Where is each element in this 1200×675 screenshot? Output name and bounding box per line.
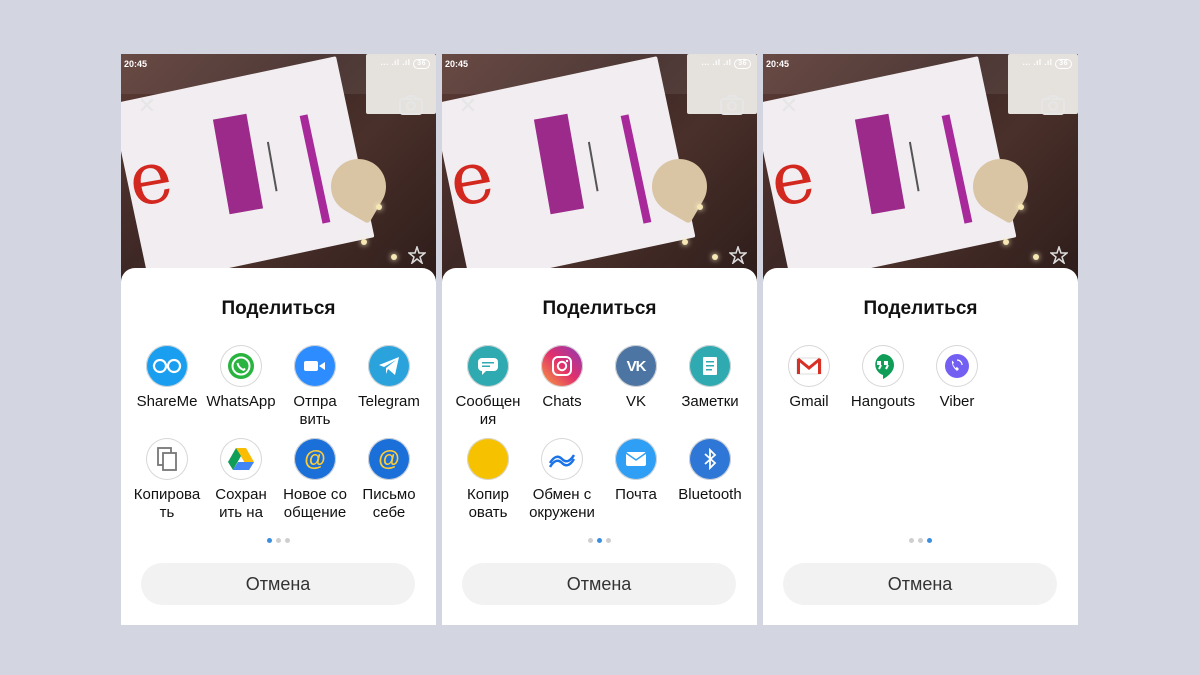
app-vk[interactable]: VK VK — [598, 345, 674, 411]
nearby-share-icon — [541, 438, 583, 480]
close-icon[interactable]: ✕ — [135, 94, 159, 118]
status-time: 20:45 — [124, 59, 148, 69]
share-screen-page-1: e 20:45 ... .ıl .ıl 36 ✕ Поделиться Shar… — [121, 54, 436, 625]
mail-at-icon: @ — [368, 438, 410, 480]
sheet-title: Поделиться — [863, 298, 978, 319]
gmail-icon — [788, 345, 830, 387]
messages-icon — [467, 345, 509, 387]
instagram-icon — [541, 345, 583, 387]
app-shareme[interactable]: ShareMe — [129, 345, 205, 411]
page-indicator — [763, 538, 1078, 546]
app-whatsapp[interactable]: WhatsApp — [203, 345, 279, 411]
camera-icon[interactable] — [719, 94, 745, 116]
signal-icon: ... .ıl .ıl — [380, 58, 411, 67]
app-hangouts[interactable]: Hangouts — [845, 345, 921, 411]
share-screen-page-2: e 20:45 ... .ıl .ıl 36 ✕ Поделиться Сооб… — [442, 54, 757, 625]
app-copy[interactable]: Копир овать — [450, 438, 526, 522]
shareme-icon — [146, 345, 188, 387]
share-sheet: Поделиться Gmail Hangouts Viber Отмена — [763, 268, 1078, 625]
viber-icon — [936, 345, 978, 387]
whatsapp-icon — [220, 345, 262, 387]
star-icon[interactable] — [727, 244, 749, 266]
app-email[interactable]: Почта — [598, 438, 674, 504]
camera-preview: e — [763, 54, 1078, 284]
camera-icon[interactable] — [398, 94, 424, 116]
page-dot — [909, 538, 914, 543]
status-time: 20:45 — [445, 59, 469, 69]
app-telegram[interactable]: Telegram — [351, 345, 427, 411]
cancel-button[interactable]: Отмена — [462, 563, 736, 605]
app-nearby-share[interactable]: Обмен с окружени — [524, 438, 600, 522]
app-new-message[interactable]: @ Новое со общение — [277, 438, 353, 522]
share-screen-page-3: e 20:45 ... .ıl .ıl 36 ✕ Поделиться Gmai… — [763, 54, 1078, 625]
sheet-title: Поделиться — [221, 298, 336, 319]
close-icon[interactable]: ✕ — [777, 94, 801, 118]
status-bar: 20:45 ... .ıl .ıl 36 — [763, 54, 1078, 74]
hangouts-icon — [862, 345, 904, 387]
share-sheet: Поделиться Сообщен ия Chats VK VK Заметк… — [442, 268, 757, 625]
app-bluetooth[interactable]: Bluetooth — [672, 438, 748, 504]
page-dot — [276, 538, 281, 543]
google-drive-icon — [220, 438, 262, 480]
star-icon[interactable] — [1048, 244, 1070, 266]
close-icon[interactable]: ✕ — [456, 94, 480, 118]
zoom-icon — [294, 345, 336, 387]
copy-yellow-icon — [467, 438, 509, 480]
app-google-drive[interactable]: Сохран ить на — [203, 438, 279, 522]
sheet-title: Поделиться — [542, 298, 657, 319]
status-bar: 20:45 ... .ıl .ıl 36 — [442, 54, 757, 74]
app-zoom[interactable]: Отпра вить — [277, 345, 353, 429]
page-indicator — [442, 538, 757, 546]
notes-icon — [689, 345, 731, 387]
signal-icon: ... .ıl .ıl — [1022, 58, 1053, 67]
bluetooth-icon — [689, 438, 731, 480]
share-sheet: Поделиться ShareMe WhatsApp Отпра вить T… — [121, 268, 436, 625]
battery-icon: 36 — [413, 59, 430, 69]
camera-preview: e — [121, 54, 436, 284]
app-copy[interactable]: Копирова ть — [129, 438, 205, 522]
app-viber[interactable]: Viber — [919, 345, 995, 411]
page-indicator — [121, 538, 436, 546]
telegram-icon — [368, 345, 410, 387]
page-dot — [606, 538, 611, 543]
copy-icon — [146, 438, 188, 480]
status-time: 20:45 — [766, 59, 790, 69]
cancel-button[interactable]: Отмена — [783, 563, 1057, 605]
email-icon — [615, 438, 657, 480]
camera-icon[interactable] — [1040, 94, 1066, 116]
status-bar: 20:45 ... .ıl .ıl 36 — [121, 54, 436, 74]
battery-icon: 36 — [734, 59, 751, 69]
mail-at-icon: @ — [294, 438, 336, 480]
star-icon[interactable] — [406, 244, 428, 266]
app-instagram[interactable]: Chats — [524, 345, 600, 411]
vk-icon: VK — [615, 345, 657, 387]
battery-icon: 36 — [1055, 59, 1072, 69]
page-dot — [588, 538, 593, 543]
page-dot — [285, 538, 290, 543]
camera-preview: e — [442, 54, 757, 284]
page-dot — [927, 538, 932, 543]
app-messages[interactable]: Сообщен ия — [450, 345, 526, 429]
page-dot — [918, 538, 923, 543]
cancel-button[interactable]: Отмена — [141, 563, 415, 605]
app-note-to-self[interactable]: @ Письмо себе — [351, 438, 427, 522]
signal-icon: ... .ıl .ıl — [701, 58, 732, 67]
page-dot — [267, 538, 272, 543]
app-gmail[interactable]: Gmail — [771, 345, 847, 411]
page-dot — [597, 538, 602, 543]
app-notes[interactable]: Заметки — [672, 345, 748, 411]
